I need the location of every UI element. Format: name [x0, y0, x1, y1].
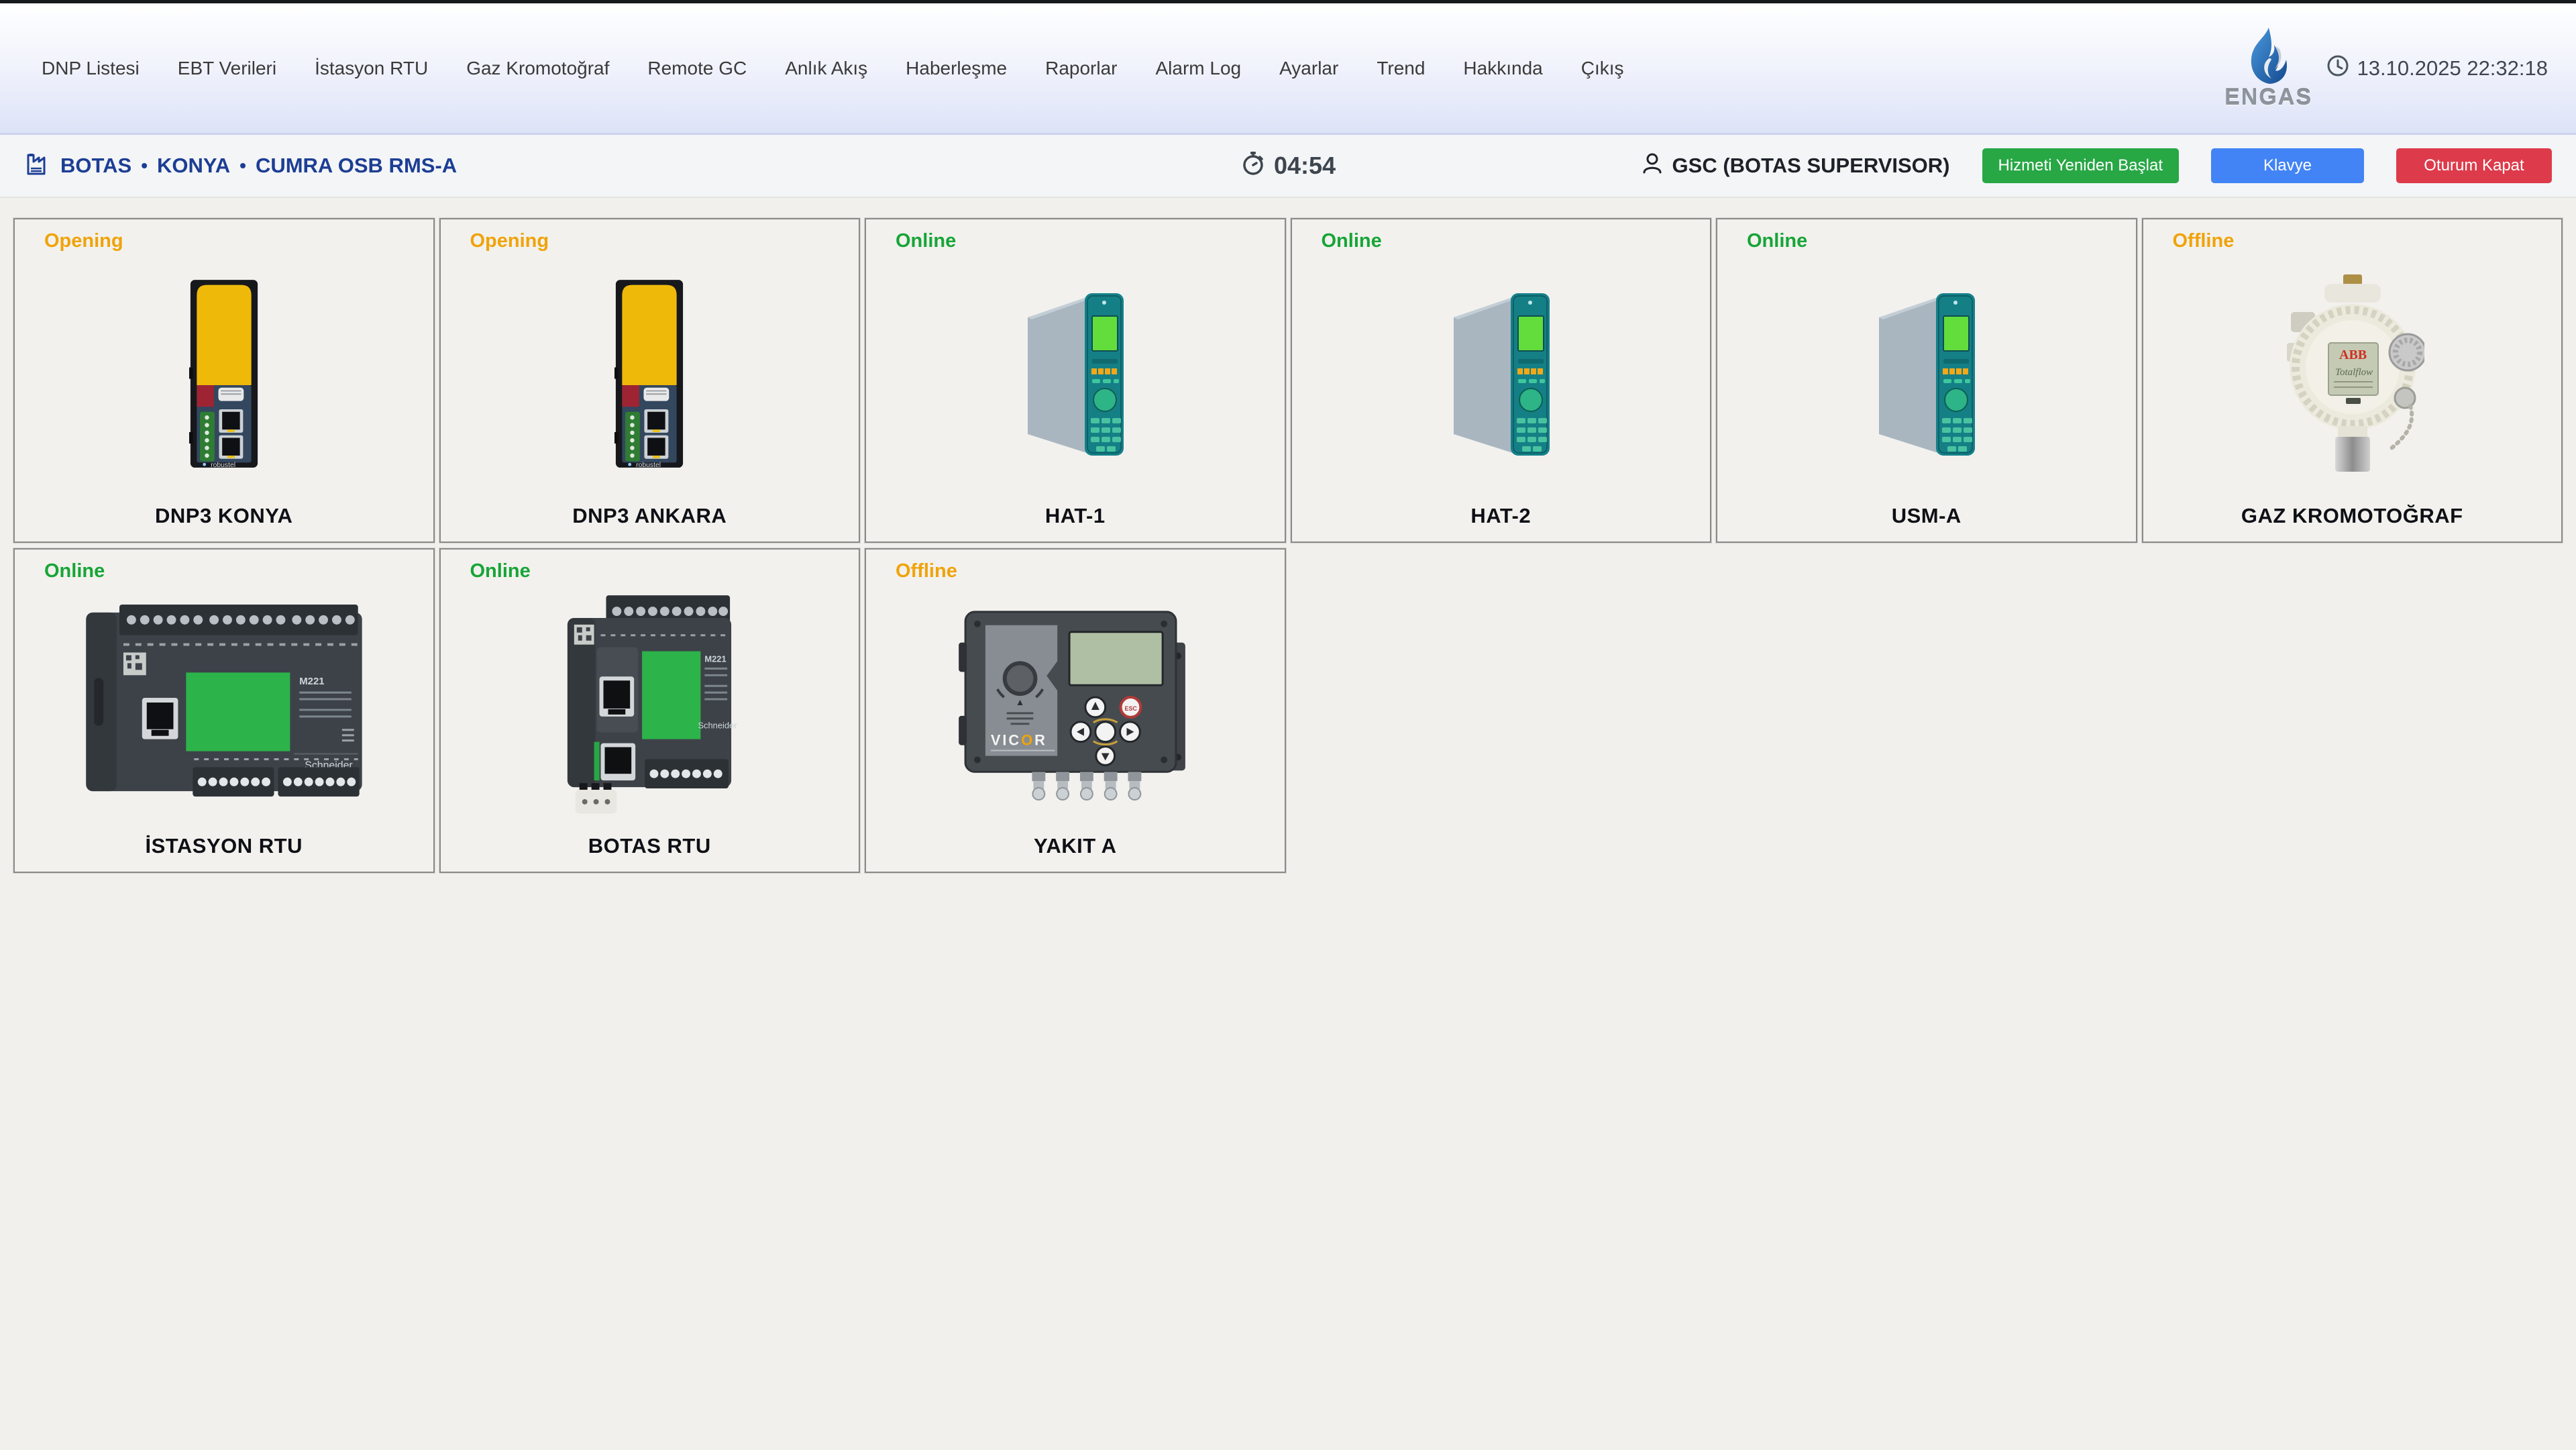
device-status: Online — [896, 230, 956, 252]
menu-item-haberleşme[interactable]: Haberleşme — [906, 58, 1007, 79]
device-image: VICOR ESC — [866, 588, 1285, 819]
menu-item-çıkış[interactable]: Çıkış — [1581, 58, 1624, 79]
stopwatch-icon — [1240, 150, 1266, 182]
menu-item-i̇stasyon-rtu[interactable]: İstasyon RTU — [315, 58, 428, 79]
device-image: M221 Schneider — [441, 588, 859, 819]
device-card-i̇stasyon-rtu[interactable]: Online M221 Schneider — [13, 548, 435, 873]
device-status: Online — [470, 560, 531, 582]
menu-item-alarm-log[interactable]: Alarm Log — [1156, 58, 1242, 79]
menu-item-ayarlar[interactable]: Ayarlar — [1279, 58, 1338, 79]
device-image — [1292, 258, 1711, 489]
device-name: DNP3 KONYA — [15, 504, 433, 528]
svg-text:robustel: robustel — [211, 462, 235, 469]
device-name: HAT-2 — [1292, 504, 1711, 528]
main-menu: DNP Listesi EBT Verileri İstasyon RTU Gaz K… — [0, 58, 2229, 79]
device-status: Offline — [896, 560, 957, 582]
dnp3-router-image: robustel — [614, 278, 684, 470]
breadcrumb-separator: • — [239, 155, 246, 176]
svg-text:M221: M221 — [705, 654, 727, 664]
flow-computer-image — [1446, 289, 1556, 458]
user-icon — [1640, 151, 1664, 180]
navbar-right: ENGAS 13.10.2025 22:32:18 — [2229, 26, 2576, 111]
menu-item-dnp-listesi[interactable]: DNP Listesi — [42, 58, 140, 79]
datetime: 13.10.2025 22:32:18 — [2326, 54, 2548, 83]
svg-text:M221: M221 — [299, 676, 324, 687]
volume-corrector-image: VICOR ESC — [959, 604, 1192, 804]
menu-item-anlık-akış[interactable]: Anlık Akış — [785, 58, 867, 79]
device-card-botas-rtu[interactable]: Online M221 Schneider BOTA — [439, 548, 861, 873]
device-card-hat-1[interactable]: Online HAT-1 — [865, 218, 1286, 543]
device-image: ABB Totalflow — [2143, 258, 2562, 489]
dnp3-router-image: robustel — [189, 278, 259, 470]
device-image: robustel — [441, 258, 859, 489]
gas-chromatograph-image: ABB Totalflow — [2280, 273, 2424, 474]
device-image — [866, 258, 1285, 489]
menu-item-ebt-verileri[interactable]: EBT Verileri — [178, 58, 276, 79]
device-name: İSTASYON RTU — [15, 834, 433, 858]
station-rtu-image: M221 Schneider — [80, 599, 368, 809]
flow-computer-image — [1020, 289, 1130, 458]
device-name: BOTAS RTU — [441, 834, 859, 858]
breadcrumb-item-konya[interactable]: KONYA — [157, 154, 230, 178]
device-name: USM-A — [1717, 504, 2136, 528]
svg-text:robustel: robustel — [636, 462, 661, 469]
svg-text:ABB: ABB — [2339, 348, 2367, 362]
device-card-dnp3-ankara[interactable]: Opening robustel DNP3 ANKARA — [439, 218, 861, 543]
device-card-usm-a[interactable]: Online USM-A — [1716, 218, 2137, 543]
device-name: DNP3 ANKARA — [441, 504, 859, 528]
device-status: Opening — [470, 230, 549, 252]
flow-computer-image — [1871, 289, 1982, 458]
restart-service-button[interactable]: Hizmeti Yeniden Başlat — [1982, 148, 2179, 183]
menu-item-hakkında[interactable]: Hakkında — [1463, 58, 1542, 79]
menu-item-trend[interactable]: Trend — [1377, 58, 1425, 79]
device-card-dnp3-konya[interactable]: Opening robustel DNP3 KONYA — [13, 218, 435, 543]
device-card-gaz-kromotoğraf[interactable]: Offline ABB Totalflow GAZ KROMOTOĞRAF — [2142, 218, 2563, 543]
device-grid: Opening robustel DNP3 KONYA Opening — [0, 218, 2576, 873]
menu-item-gaz-kromotoğraf[interactable]: Gaz Kromotoğraf — [466, 58, 609, 79]
device-name: HAT-1 — [866, 504, 1285, 528]
clock-icon — [2326, 54, 2349, 83]
device-status: Online — [1322, 230, 1382, 252]
breadcrumb-item-cumra-osb-rms-a[interactable]: CUMRA OSB RMS-A — [256, 154, 457, 178]
botas-rtu-image: M221 Schneider — [559, 591, 739, 817]
svg-text:Totalflow: Totalflow — [2335, 367, 2373, 378]
toolbar: BOTAS • KONYA • CUMRA OSB RMS-A 04:54 GSC (B… — [0, 135, 2576, 198]
engas-logo: ENGAS — [2229, 26, 2309, 111]
device-image: robustel — [15, 258, 433, 489]
menu-item-remote-gc[interactable]: Remote GC — [647, 58, 747, 79]
device-image — [1717, 258, 2136, 489]
datetime-text: 13.10.2025 22:32:18 — [2357, 56, 2548, 81]
engas-logo-text: ENGAS — [2224, 85, 2312, 111]
device-name: YAKIT A — [866, 834, 1285, 858]
user-name: GSC (BOTAS SUPERVISOR) — [1672, 154, 1950, 178]
device-image: M221 Schneider — [15, 588, 433, 819]
svg-text:Schneider: Schneider — [698, 721, 738, 731]
breadcrumb: BOTAS • KONYA • CUMRA OSB RMS-A — [0, 151, 457, 181]
timer-value: 04:54 — [1274, 152, 1336, 180]
facility-icon — [24, 151, 51, 181]
device-status: Offline — [2173, 230, 2235, 252]
flame-icon — [2245, 26, 2293, 89]
device-card-hat-2[interactable]: Online HAT-2 — [1291, 218, 1712, 543]
keyboard-button[interactable]: Klavye — [2211, 148, 2364, 183]
logout-button[interactable]: Oturum Kapat — [2396, 148, 2552, 183]
breadcrumb-separator: • — [141, 155, 148, 176]
user-area: GSC (BOTAS SUPERVISOR) Hizmeti Yeniden B… — [1640, 148, 2576, 183]
user-label: GSC (BOTAS SUPERVISOR) — [1640, 151, 1950, 180]
svg-text:ESC: ESC — [1124, 705, 1137, 712]
breadcrumb-item-botas[interactable]: BOTAS — [60, 154, 131, 178]
session-timer: 04:54 — [1240, 150, 1336, 182]
top-navbar: DNP Listesi EBT Verileri İstasyon RTU Gaz K… — [0, 3, 2576, 135]
menu-item-raporlar[interactable]: Raporlar — [1045, 58, 1117, 79]
svg-text:VICOR: VICOR — [991, 732, 1047, 749]
device-status: Opening — [44, 230, 123, 252]
device-status: Online — [44, 560, 105, 582]
device-status: Online — [1747, 230, 1807, 252]
device-name: GAZ KROMOTOĞRAF — [2143, 504, 2562, 528]
device-card-yakit-a[interactable]: Offline VICOR ESC — [865, 548, 1286, 873]
